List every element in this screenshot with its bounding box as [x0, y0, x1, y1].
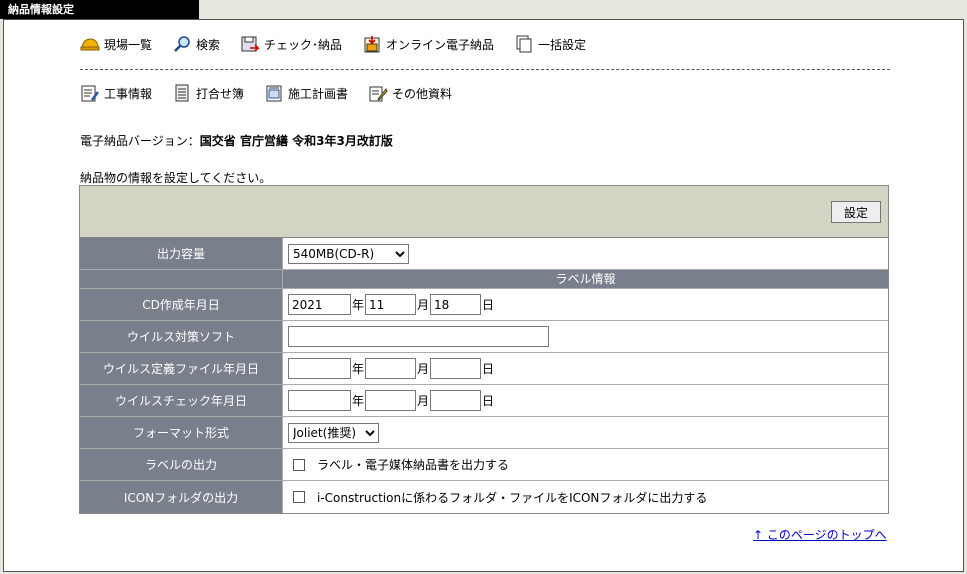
month-unit: 月 [417, 394, 430, 408]
notebook-icon [172, 83, 192, 103]
tool-label: オンライン電子納品 [386, 37, 495, 52]
row-label: フォーマット形式 [80, 417, 283, 448]
row-label: 出力容量 [80, 238, 283, 269]
row-label: ウイルス対策ソフト [80, 321, 283, 352]
cd-day-input[interactable] [430, 294, 482, 315]
row-label: ラベルの出力 [80, 449, 283, 480]
helmet-icon [80, 34, 100, 54]
row-label-output: ラベルの出力 ラベル・電子媒体納品書を出力する [80, 449, 888, 481]
delivery-settings-panel: 設定 出力容量 540MB(CD-R) ラベル情報 CD作成年月日 年 月 日 [79, 185, 889, 514]
set-button[interactable]: 設定 [831, 201, 881, 223]
tool-label: 一括設定 [538, 37, 587, 52]
tool-label: 打合せ簿 [196, 86, 245, 101]
capacity-select[interactable]: 540MB(CD-R) [288, 243, 409, 264]
row-label: ウイルスチェック年月日 [80, 385, 283, 416]
format-select[interactable]: Joliet(推奨) [288, 422, 379, 443]
section-title: ラベル情報 [283, 270, 888, 288]
tool-label: 工事情報 [104, 86, 153, 101]
tool-label: 現場一覧 [104, 37, 153, 52]
plan-document-icon [264, 83, 284, 103]
cd-month-input[interactable] [365, 294, 417, 315]
check-month-input[interactable] [365, 390, 417, 411]
tool-site-list[interactable]: 現場一覧 [80, 34, 152, 54]
tool-search[interactable]: 検索 [172, 34, 220, 54]
pencil-document-icon [368, 83, 388, 103]
checkbox-label: i-Constructionに係わるフォルダ・ファイルをICONフォルダに出力す… [317, 490, 708, 505]
label-output-checkbox[interactable] [293, 458, 305, 471]
row-capacity: 出力容量 540MB(CD-R) [80, 238, 888, 270]
def-month-input[interactable] [365, 358, 417, 379]
window-title: 納品情報設定 [0, 0, 199, 19]
row-label: ウイルス定義ファイル年月日 [80, 353, 283, 384]
def-day-input[interactable] [430, 358, 482, 379]
month-unit: 月 [417, 298, 430, 312]
tool-bulk-setting[interactable]: 一括設定 [514, 34, 586, 54]
magnifier-icon [172, 34, 192, 54]
tool-online-deliver[interactable]: オンライン電子納品 [362, 34, 494, 54]
day-unit: 日 [482, 394, 495, 408]
tool-label: 検索 [196, 37, 221, 52]
row-cd-date: CD作成年月日 年 月 日 [80, 289, 888, 321]
tool-check-deliver[interactable]: チェック･納品 [240, 34, 342, 54]
panel-header: 設定 [80, 186, 888, 238]
day-unit: 日 [482, 362, 495, 376]
page-top-link[interactable]: ↑ このページのトップへ [753, 526, 887, 543]
toolbar-primary: 現場一覧 検索 チェック･納品 オンライン電子納品 一括設定 [80, 34, 606, 54]
tool-label: チェック･納品 [264, 37, 343, 52]
row-icon-output: ICONフォルダの出力 i-Constructionに係わるフォルダ・ファイルを… [80, 481, 888, 513]
version-prefix: 電子納品バージョン： [80, 134, 200, 148]
cd-year-input[interactable] [288, 294, 351, 315]
tool-label: その他資料 [392, 86, 453, 101]
row-definition-date: ウイルス定義ファイル年月日 年 月 日 [80, 353, 888, 385]
day-unit: 日 [482, 298, 495, 312]
row-format: フォーマット形式 Joliet(推奨) [80, 417, 888, 449]
row-label: CD作成年月日 [80, 289, 283, 320]
checkbox-label: ラベル・電子媒体納品書を出力する [317, 458, 510, 472]
icon-output-checkbox[interactable] [293, 491, 305, 503]
version-value: 国交省 官庁営繕 令和3年3月改訂版 [199, 134, 393, 148]
year-unit: 年 [352, 298, 365, 312]
check-deliver-icon [240, 34, 260, 54]
row-check-date: ウイルスチェック年月日 年 月 日 [80, 385, 888, 417]
toolbar-divider [80, 69, 890, 70]
delivery-version: 電子納品バージョン：国交省 官庁営繕 令和3年3月改訂版 [80, 132, 393, 149]
main-frame: 現場一覧 検索 チェック･納品 オンライン電子納品 一括設定 工事情報 打合せ簿… [3, 19, 964, 572]
online-deliver-icon [362, 34, 382, 54]
check-year-input[interactable] [288, 390, 351, 411]
check-day-input[interactable] [430, 390, 482, 411]
row-antivirus: ウイルス対策ソフト [80, 321, 888, 353]
month-unit: 月 [417, 362, 430, 376]
edit-document-icon [80, 83, 100, 103]
tool-label: 施工計画書 [288, 86, 349, 101]
tool-other-documents[interactable]: その他資料 [368, 83, 452, 103]
instruction-text: 納品物の情報を設定してください。 [80, 171, 272, 185]
tool-construction-info[interactable]: 工事情報 [80, 83, 152, 103]
def-year-input[interactable] [288, 358, 351, 379]
row-label: ICONフォルダの出力 [80, 481, 283, 513]
label-info-section: ラベル情報 [80, 270, 888, 289]
tool-meeting-record[interactable]: 打合せ簿 [172, 83, 244, 103]
year-unit: 年 [352, 362, 365, 376]
tool-construction-plan[interactable]: 施工計画書 [264, 83, 348, 103]
copy-pages-icon [514, 34, 534, 54]
year-unit: 年 [352, 394, 365, 408]
antivirus-input[interactable] [288, 326, 549, 347]
toolbar-secondary: 工事情報 打合せ簿 施工計画書 その他資料 [80, 83, 472, 103]
